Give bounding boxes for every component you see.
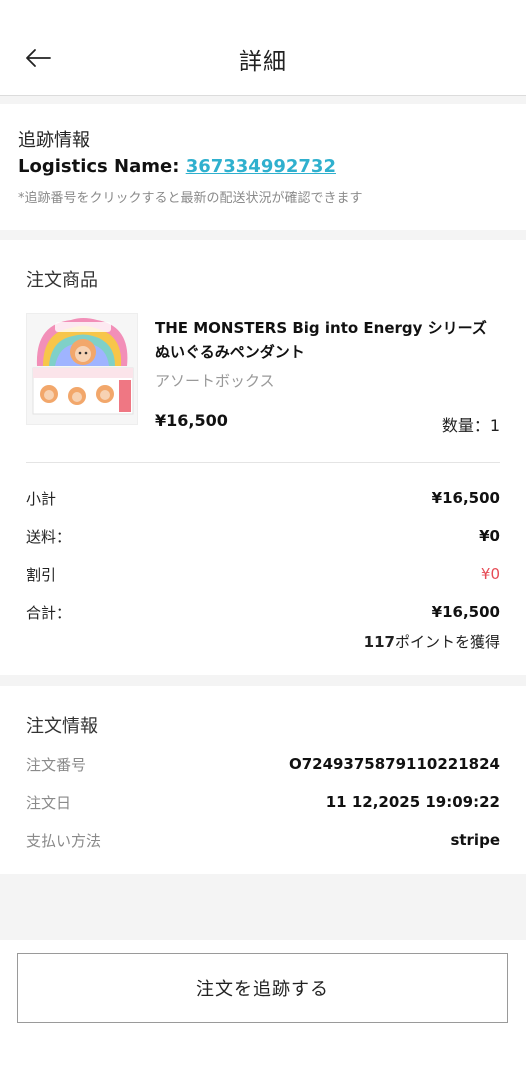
summary-divider (26, 462, 500, 463)
order-items-title: 注文商品 (26, 270, 98, 291)
order-date-label: 注文日 (26, 793, 72, 812)
order-date-value: 11 12,2025 19:09:22 (325, 793, 500, 811)
product-image[interactable] (26, 313, 138, 425)
header-bar: 詳細 (0, 0, 526, 96)
bottom-action-bar: 注文を追跡する (0, 940, 526, 1080)
total-value: ¥16,500 (431, 603, 500, 621)
product-price: ¥16,500 (155, 411, 228, 430)
shipping-value: ¥0 (479, 527, 500, 545)
tracking-title: 追跡情報 (18, 130, 90, 151)
product-variant: アソートボックス (155, 372, 275, 390)
product-name[interactable]: THE MONSTERS Big into Energy シリーズ ぬいぐるみペ… (155, 316, 500, 364)
product-box-illustration (27, 314, 137, 424)
subtotal-value: ¥16,500 (431, 489, 500, 507)
total-row: 合計： ¥16,500 (26, 601, 500, 623)
discount-label: 割引 (26, 565, 57, 584)
order-number-label: 注文番号 (26, 755, 87, 774)
points-suffix: ポイントを獲得 (394, 633, 500, 651)
payment-method-value: stripe (450, 831, 500, 849)
tracking-section: 追跡情報 Logistics Name: 367334992732 *追跡番号を… (0, 104, 526, 230)
shipping-row: 送料： ¥0 (26, 525, 500, 547)
tracking-note: *追跡番号をクリックすると最新の配送状況が確認できます (18, 191, 363, 206)
subtotal-label: 小計 (26, 489, 57, 508)
order-number-value: O7249375879110221824 (288, 755, 500, 773)
shipping-label: 送料： (26, 527, 72, 546)
product-quantity: 数量：1 (441, 416, 500, 435)
subtotal-row: 小計 ¥16,500 (26, 487, 500, 509)
points-value: 117 (363, 633, 395, 651)
payment-method-row: 支払い方法 stripe (26, 829, 500, 851)
total-label: 合計： (26, 603, 72, 622)
order-info-section: 注文情報 注文番号 O7249375879110221824 注文日 11 12… (0, 686, 526, 874)
track-order-button[interactable]: 注文を追跡する (17, 953, 508, 1023)
page-title: 詳細 (239, 49, 287, 75)
discount-value: ¥0 (480, 565, 500, 583)
points-earned: 117ポイントを獲得 (364, 631, 500, 652)
payment-method-label: 支払い方法 (26, 831, 102, 850)
logistics-row: Logistics Name: 367334992732 (18, 156, 508, 177)
order-info-title: 注文情報 (26, 716, 98, 737)
order-date-row: 注文日 11 12,2025 19:09:22 (26, 791, 500, 813)
discount-row: 割引 ¥0 (26, 563, 500, 585)
order-number-row: 注文番号 O7249375879110221824 (26, 753, 500, 775)
order-items-section: 注文商品 THE MONSTERS Big into Energy シリーズ ぬ… (0, 240, 526, 675)
tracking-number-link[interactable]: 367334992732 (186, 156, 336, 177)
logistics-label: Logistics Name: (18, 156, 180, 177)
